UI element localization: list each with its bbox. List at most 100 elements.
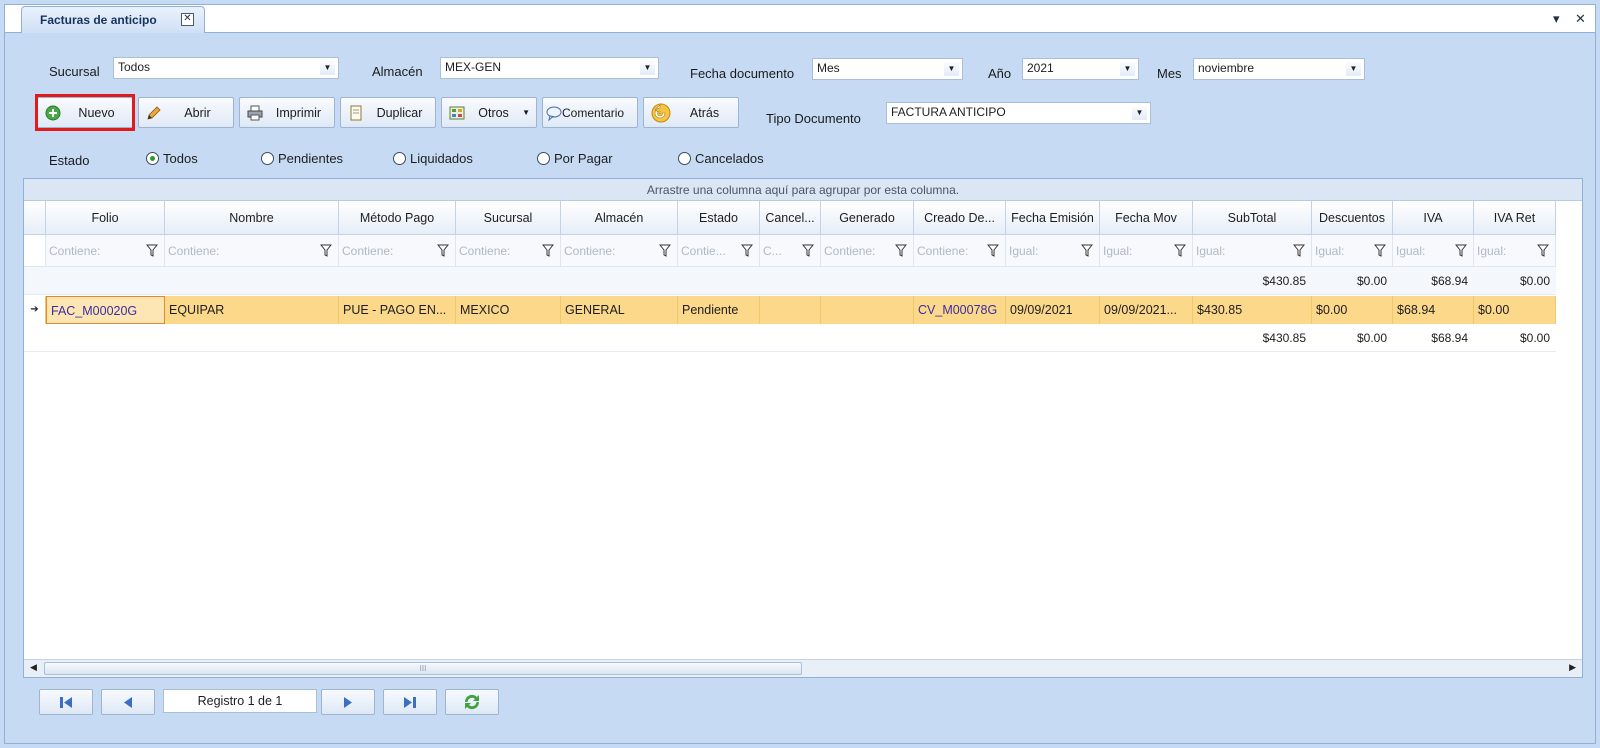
column-filter-cancel[interactable]: C... (760, 235, 821, 267)
column-filter-descuentos[interactable]: Igual: (1312, 235, 1393, 267)
radio-liquidados[interactable]: Liquidados (393, 151, 473, 166)
column-filter-sucursal[interactable]: Contiene: (456, 235, 561, 267)
column-header-fecha-mov[interactable]: Fecha Mov (1100, 201, 1193, 235)
filter-funnel-icon[interactable] (659, 244, 671, 257)
imprimir-button[interactable]: Imprimir (239, 97, 335, 128)
table-cell-folio[interactable]: FAC_M00020G (46, 296, 165, 324)
filter-funnel-icon[interactable] (542, 244, 554, 257)
chevron-down-icon[interactable]: ▼ (944, 62, 959, 76)
table-cell-metodo-pago[interactable]: PUE - PAGO EN... (339, 296, 456, 324)
chevron-down-icon[interactable]: ▼ (640, 61, 655, 75)
column-header-sucursal[interactable]: Sucursal (456, 201, 561, 235)
column-filter-generado[interactable]: Contiene: (821, 235, 914, 267)
column-header-subtotal[interactable]: SubTotal (1193, 201, 1312, 235)
filter-funnel-icon[interactable] (1081, 244, 1093, 257)
filter-funnel-icon[interactable] (146, 244, 158, 257)
duplicar-button[interactable]: Duplicar (340, 97, 436, 128)
anio-select[interactable]: 2021 ▼ (1022, 58, 1139, 80)
column-filter-metodo-pago[interactable]: Contiene: (339, 235, 456, 267)
first-record-button[interactable] (39, 689, 93, 715)
table-cell-subtotal[interactable]: $430.85 (1193, 296, 1312, 324)
filter-funnel-icon[interactable] (1174, 244, 1186, 257)
column-header-fecha-emision[interactable]: Fecha Emisión (1006, 201, 1100, 235)
filter-funnel-icon[interactable] (1293, 244, 1305, 257)
column-header-generado[interactable]: Generado (821, 201, 914, 235)
mes-select[interactable]: noviembre ▼ (1193, 58, 1365, 80)
scroll-right-icon[interactable]: ▶ (1569, 662, 1576, 673)
table-cell-cancel[interactable] (760, 296, 821, 324)
abrir-button[interactable]: Abrir (138, 97, 234, 128)
tipo-documento-select[interactable]: FACTURA ANTICIPO ▼ (886, 102, 1151, 124)
column-header-iva[interactable]: IVA (1393, 201, 1474, 235)
table-cell-fecha-mov[interactable]: 09/09/2021... (1100, 296, 1193, 324)
next-record-button[interactable] (321, 689, 375, 715)
almacen-select[interactable]: MEX-GEN ▼ (440, 57, 659, 79)
atras-button[interactable]: Atrás (643, 97, 739, 128)
column-filter-iva[interactable]: Igual: (1393, 235, 1474, 267)
table-cell-fecha-emision[interactable]: 09/09/2021 (1006, 296, 1100, 324)
table-cell-descuentos[interactable]: $0.00 (1312, 296, 1393, 324)
table-cell-almacen[interactable]: GENERAL (561, 296, 678, 324)
window-menu-icon[interactable]: ▾ (1553, 11, 1560, 27)
radio-pendientes[interactable]: Pendientes (261, 151, 343, 166)
column-header-nombre[interactable]: Nombre (165, 201, 339, 235)
table-cell-generado[interactable] (821, 296, 914, 324)
fecha-documento-select[interactable]: Mes ▼ (812, 58, 963, 80)
column-filter-folio[interactable]: Contiene: (46, 235, 165, 267)
filter-funnel-icon[interactable] (1537, 244, 1549, 257)
chevron-down-icon[interactable]: ▼ (1346, 62, 1361, 76)
column-filter-estado[interactable]: Contie... (678, 235, 760, 267)
chevron-down-icon[interactable]: ▼ (1120, 62, 1135, 76)
dropdown-arrow-icon[interactable]: ▼ (522, 108, 530, 117)
column-filter-iva-ret[interactable]: Igual: (1474, 235, 1556, 267)
tab-close-icon[interactable]: ✕ (181, 13, 194, 26)
otros-button[interactable]: Otros ▼ (441, 97, 537, 128)
radio-todos[interactable]: Todos (146, 151, 198, 166)
scroll-left-icon[interactable]: ◀ (30, 662, 37, 673)
filter-funnel-icon[interactable] (987, 244, 999, 257)
scrollbar-thumb[interactable]: III (44, 662, 802, 675)
table-cell-iva[interactable]: $68.94 (1393, 296, 1474, 324)
group-by-panel[interactable]: Arrastre una columna aquí para agrupar p… (24, 179, 1582, 201)
chevron-down-icon[interactable]: ▼ (1132, 106, 1147, 120)
table-cell-creado-de[interactable]: CV_M00078G (914, 296, 1006, 324)
column-filter-fecha-emision[interactable]: Igual: (1006, 235, 1100, 267)
column-filter-subtotal[interactable]: Igual: (1193, 235, 1312, 267)
filter-funnel-icon[interactable] (741, 244, 753, 257)
nuevo-button[interactable]: Nuevo (37, 97, 133, 128)
sucursal-select[interactable]: Todos ▼ (113, 57, 339, 79)
filter-funnel-icon[interactable] (1455, 244, 1467, 257)
column-header-folio[interactable]: Folio (46, 201, 165, 235)
table-row[interactable]: ➔ FAC_M00020G EQUIPAR PUE - PAGO EN... MEXIC… (24, 296, 1556, 324)
tab-facturas-de-anticipo[interactable]: Facturas de anticipo ✕ (21, 6, 205, 33)
column-header-estado[interactable]: Estado (678, 201, 760, 235)
radio-cancelados[interactable]: Cancelados (678, 151, 764, 166)
filter-funnel-icon[interactable] (1374, 244, 1386, 257)
filter-funnel-icon[interactable] (895, 244, 907, 257)
column-filter-almacen[interactable]: Contiene: (561, 235, 678, 267)
column-filter-fecha-mov[interactable]: Igual: (1100, 235, 1193, 267)
table-cell-iva-ret[interactable]: $0.00 (1474, 296, 1556, 324)
chevron-down-icon[interactable]: ▼ (320, 61, 335, 75)
last-record-button[interactable] (383, 689, 437, 715)
column-header-almacen[interactable]: Almacén (561, 201, 678, 235)
filter-funnel-icon[interactable] (437, 244, 449, 257)
refresh-button[interactable] (445, 689, 499, 715)
comentario-button[interactable]: Comentario (542, 97, 638, 128)
column-header-descuentos[interactable]: Descuentos (1312, 201, 1393, 235)
table-cell-sucursal[interactable]: MEXICO (456, 296, 561, 324)
column-header-cancel[interactable]: Cancel... (760, 201, 821, 235)
previous-record-button[interactable] (101, 689, 155, 715)
column-header-creado-de[interactable]: Creado De... (914, 201, 1006, 235)
filter-funnel-icon[interactable] (320, 244, 332, 257)
column-header-metodo-pago[interactable]: Método Pago (339, 201, 456, 235)
column-filter-creado-de[interactable]: Contiene: (914, 235, 1006, 267)
radio-por-pagar[interactable]: Por Pagar (537, 151, 613, 166)
table-cell-nombre[interactable]: EQUIPAR (165, 296, 339, 324)
filter-funnel-icon[interactable] (802, 244, 814, 257)
table-cell-estado[interactable]: Pendiente (678, 296, 760, 324)
column-filter-nombre[interactable]: Contiene: (165, 235, 339, 267)
horizontal-scrollbar[interactable]: ◀ III ▶ (24, 659, 1582, 677)
window-close-icon[interactable]: ✕ (1575, 11, 1586, 27)
column-header-iva-ret[interactable]: IVA Ret (1474, 201, 1556, 235)
